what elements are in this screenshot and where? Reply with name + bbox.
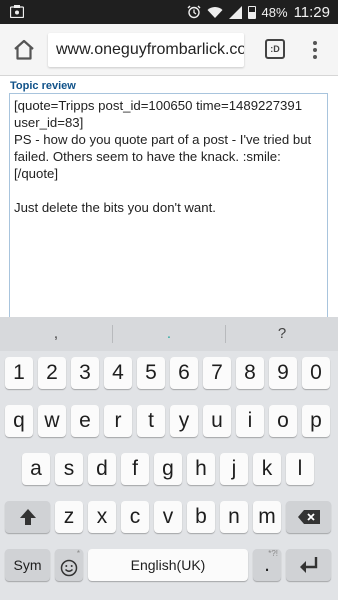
enter-icon — [299, 557, 317, 573]
suggestion-bar: , . ? — [0, 317, 338, 351]
backspace-key[interactable] — [286, 501, 331, 533]
key-k[interactable]: k — [253, 453, 281, 485]
key-t[interactable]: t — [137, 405, 165, 437]
key-g[interactable]: g — [154, 453, 182, 485]
topic-review-title: Topic review — [10, 80, 76, 92]
key-o[interactable]: o — [269, 405, 297, 437]
keyboard: , . ? 1 2 3 4 5 6 7 8 9 0 q w e r t y u … — [0, 317, 338, 600]
key-5[interactable]: 5 — [137, 357, 165, 389]
key-6[interactable]: 6 — [170, 357, 198, 389]
key-j[interactable]: j — [220, 453, 248, 485]
suggestion-period[interactable]: . — [113, 317, 225, 351]
key-d[interactable]: d — [88, 453, 116, 485]
key-n[interactable]: n — [220, 501, 248, 533]
page-content: Topic review [quote=Tripps post_id=10065… — [0, 77, 338, 323]
key-q[interactable]: q — [5, 405, 33, 437]
emoji-hint: * — [76, 549, 80, 558]
menu-icon[interactable] — [310, 38, 320, 62]
tabs-button[interactable]: :D — [265, 39, 285, 59]
key-1[interactable]: 1 — [5, 357, 33, 389]
shift-key[interactable] — [5, 501, 50, 533]
notification-icon — [10, 5, 24, 18]
key-7[interactable]: 7 — [203, 357, 231, 389]
signal-icon — [228, 5, 242, 19]
key-u[interactable]: u — [203, 405, 231, 437]
key-i[interactable]: i — [236, 405, 264, 437]
space-key[interactable]: English(UK) — [88, 549, 248, 581]
shift-arrow-icon — [19, 509, 36, 525]
backspace-icon — [297, 510, 320, 524]
key-p[interactable]: p — [302, 405, 330, 437]
key-l[interactable]: l — [286, 453, 314, 485]
key-f[interactable]: f — [121, 453, 149, 485]
key-w[interactable]: w — [38, 405, 66, 437]
key-r[interactable]: r — [104, 405, 132, 437]
key-v[interactable]: v — [154, 501, 182, 533]
battery-icon — [247, 5, 256, 19]
key-4[interactable]: 4 — [104, 357, 132, 389]
key-a[interactable]: a — [22, 453, 50, 485]
status-bar: 48% 11:29 — [0, 0, 338, 24]
suggestion-question[interactable]: ? — [226, 317, 338, 351]
topic-review-textarea[interactable]: [quote=Tripps post_id=100650 time=148922… — [9, 93, 328, 323]
key-z[interactable]: z — [55, 501, 83, 533]
period-hint: *?! — [268, 549, 278, 558]
key-s[interactable]: s — [55, 453, 83, 485]
key-m[interactable]: m — [253, 501, 281, 533]
key-8[interactable]: 8 — [236, 357, 264, 389]
key-9[interactable]: 9 — [269, 357, 297, 389]
sym-key[interactable]: Sym — [5, 549, 50, 581]
clock: 11:29 — [293, 3, 330, 21]
enter-key[interactable] — [286, 549, 331, 581]
home-icon[interactable] — [12, 38, 36, 62]
key-c[interactable]: c — [121, 501, 149, 533]
key-2[interactable]: 2 — [38, 357, 66, 389]
battery-percent: 48% — [261, 4, 288, 20]
url-bar[interactable]: www.oneguyfrombarlick.co. — [48, 33, 244, 67]
key-x[interactable]: x — [88, 501, 116, 533]
emoji-key[interactable]: * — [55, 549, 83, 581]
wifi-icon — [207, 6, 223, 18]
key-b[interactable]: b — [187, 501, 215, 533]
browser-toolbar: www.oneguyfrombarlick.co. :D — [0, 24, 338, 76]
key-h[interactable]: h — [187, 453, 215, 485]
key-y[interactable]: y — [170, 405, 198, 437]
key-0[interactable]: 0 — [302, 357, 330, 389]
key-3[interactable]: 3 — [71, 357, 99, 389]
alarm-icon — [187, 5, 201, 19]
key-e[interactable]: e — [71, 405, 99, 437]
period-key[interactable]: *?! . — [253, 549, 281, 581]
emoji-icon — [60, 559, 78, 577]
suggestion-comma[interactable]: , — [0, 317, 112, 351]
